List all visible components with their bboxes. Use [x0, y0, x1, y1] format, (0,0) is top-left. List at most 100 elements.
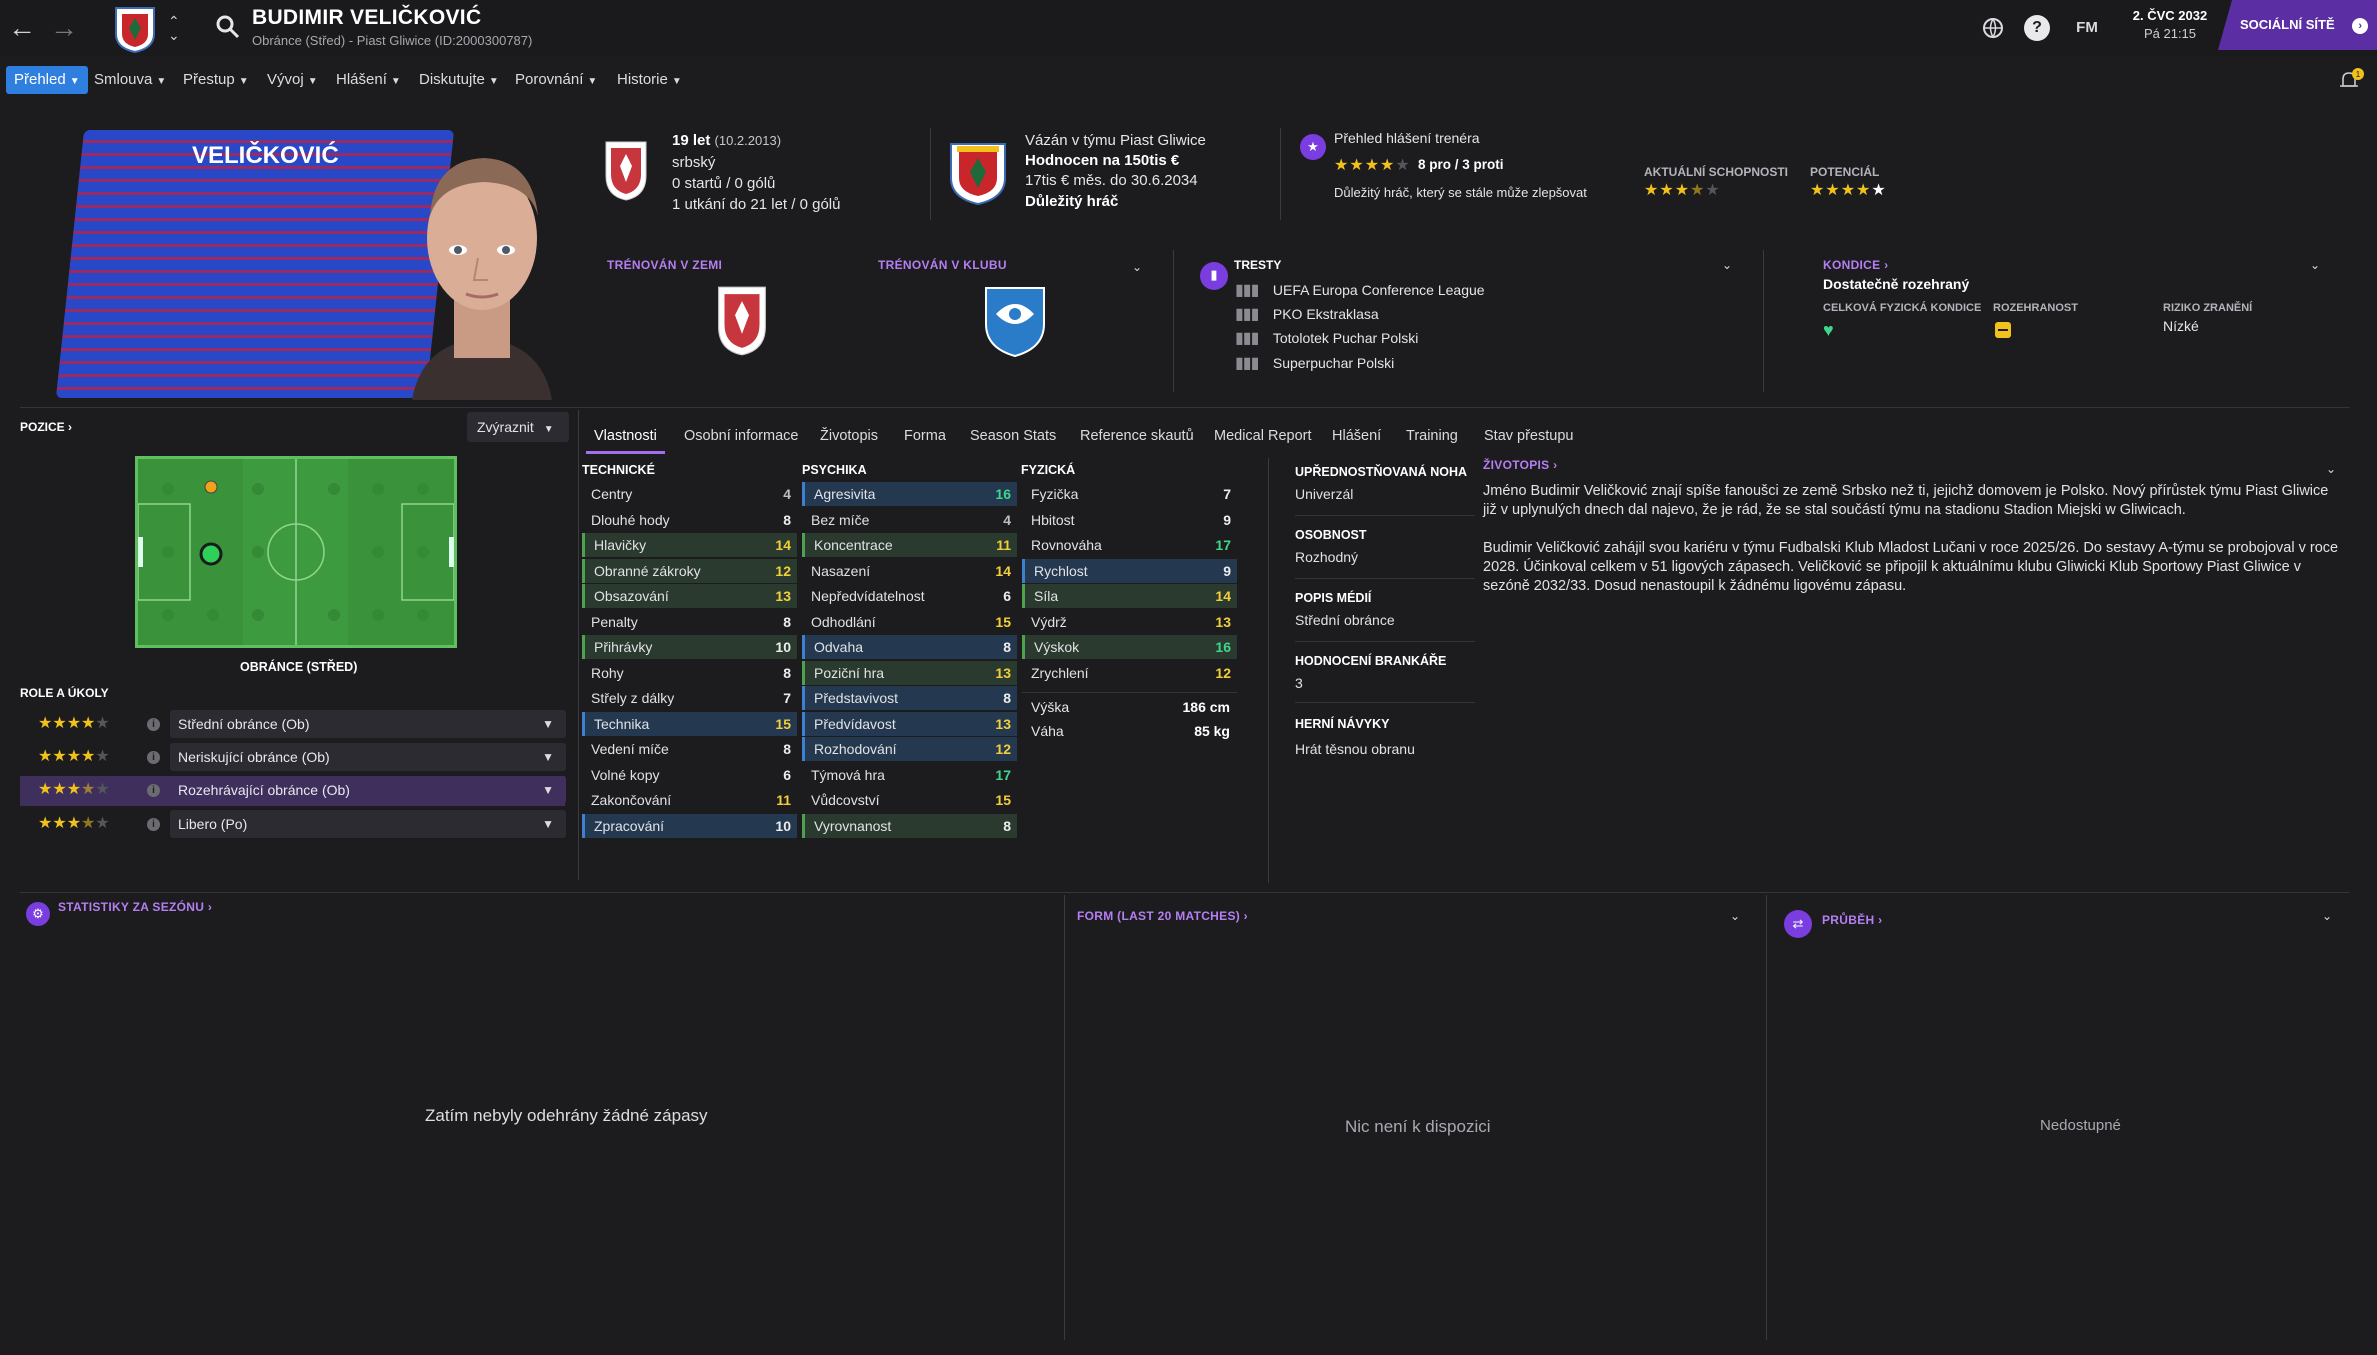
bans-collapse-icon[interactable]: ⌄: [1722, 258, 1732, 272]
info-icon[interactable]: i: [147, 718, 160, 731]
attribute-row[interactable]: Zrychlení 12: [1022, 661, 1237, 685]
attribute-row[interactable]: Centry 4: [582, 482, 797, 506]
back-arrow-icon[interactable]: ←: [4, 10, 40, 46]
tab-osobni-informace[interactable]: Osobní informace: [676, 420, 806, 454]
role-row[interactable]: ★★★★★ i Neriskující obránce (Ob) ▼: [20, 743, 566, 773]
attribute-row[interactable]: Síla 14: [1022, 584, 1237, 608]
attribute-name: Rozhodování: [814, 741, 897, 757]
attribute-row[interactable]: Technika 15: [582, 711, 797, 736]
attribute-row[interactable]: Týmová hra 17: [802, 763, 1017, 787]
attribute-row[interactable]: Rohy 8: [582, 661, 797, 685]
attribute-name: Koncentrace: [814, 537, 893, 553]
menu-porovnani[interactable]: Porovnání ▼: [507, 66, 605, 94]
attribute-row[interactable]: Volné kopy 6: [582, 763, 797, 787]
attribute-row[interactable]: Koncentrace 11: [802, 533, 1017, 557]
attribute-row[interactable]: Vedení míče 8: [582, 737, 797, 761]
attribute-row[interactable]: Agresivita 16: [802, 482, 1017, 506]
tab-zivotopis[interactable]: Životopis: [812, 420, 886, 454]
info-icon[interactable]: i: [147, 784, 160, 797]
attribute-row[interactable]: Nepředvídatelnost 6: [802, 584, 1017, 608]
menu-prestup[interactable]: Přestup ▼: [175, 66, 257, 94]
attribute-row[interactable]: Hbitost 9: [1022, 508, 1237, 532]
attribute-row[interactable]: Představivost 8: [802, 686, 1017, 710]
mental-title: PSYCHIKA: [802, 463, 867, 477]
attribute-row[interactable]: Rychlost 9: [1022, 558, 1237, 583]
ban-row: ▮▮▮ PKO Ekstraklasa: [1235, 306, 1379, 323]
attribute-row[interactable]: Vyrovnanost 8: [802, 813, 1017, 838]
game-date[interactable]: 2. ČVC 2032 Pá 21:15: [2120, 8, 2220, 41]
attribute-row[interactable]: Odhodlání 15: [802, 610, 1017, 634]
menu-prehled[interactable]: Přehled ▼: [6, 66, 88, 94]
attribute-row[interactable]: Předvídavost 13: [802, 711, 1017, 736]
nationality: srbský: [672, 154, 716, 171]
attribute-value: 13: [775, 588, 791, 604]
attribute-row[interactable]: Obsazování 13: [582, 584, 797, 608]
tab-reference-skautu[interactable]: Reference skautů: [1072, 420, 1202, 454]
biography-title[interactable]: ŽIVOTOPIS ›: [1483, 458, 1557, 472]
attribute-row[interactable]: Vůdcovství 15: [802, 788, 1017, 812]
progress-collapse-icon[interactable]: ⌄: [2322, 909, 2332, 923]
attribute-row[interactable]: Rozhodování 12: [802, 737, 1017, 761]
attribute-row[interactable]: Rovnováha 17: [1022, 533, 1237, 557]
attribute-name: Dlouhé hody: [591, 511, 670, 528]
attribute-row[interactable]: Poziční hra 13: [802, 660, 1017, 685]
attribute-name: Hbitost: [1031, 511, 1075, 528]
season-stats-title[interactable]: STATISTIKY ZA SEZÓNU ›: [58, 900, 212, 914]
notification-bell-icon[interactable]: 1: [2338, 68, 2364, 92]
coach-report-star-icon[interactable]: ★: [1300, 134, 1326, 160]
form-collapse-icon[interactable]: ⌄: [1730, 909, 1740, 923]
tab-training[interactable]: Training: [1398, 420, 1466, 454]
attribute-row[interactable]: Přihrávky 10: [582, 635, 797, 659]
role-row[interactable]: ★★★★★ i Libero (Po) ▼: [20, 810, 566, 840]
tab-medical-report[interactable]: Medical Report: [1206, 420, 1320, 454]
attribute-row[interactable]: Střely z dálky 7: [582, 686, 797, 710]
form-title[interactable]: FORM (LAST 20 MATCHES) ›: [1077, 909, 1248, 923]
menu-historie[interactable]: Historie ▼: [609, 66, 690, 94]
role-row[interactable]: ★★★★★ i Střední obránce (Ob) ▼: [20, 710, 566, 740]
social-media-button[interactable]: SOCIÁLNÍ SÍTĚ ›: [2218, 0, 2377, 50]
menu-hlaseni[interactable]: Hlášení ▼: [328, 66, 409, 94]
attribute-row[interactable]: Obranné zákroky 12: [582, 558, 797, 583]
collapse-icon[interactable]: ⌄: [1132, 260, 1142, 274]
attribute-row[interactable]: Zpracování 10: [582, 813, 797, 838]
info-icon[interactable]: i: [147, 751, 160, 764]
biography-collapse-icon[interactable]: ⌄: [2326, 462, 2336, 476]
attribute-name: Rovnováha: [1031, 537, 1102, 553]
attribute-row[interactable]: Bez míče 4: [802, 508, 1017, 532]
personality: Rozhodný: [1295, 549, 1359, 565]
continue-arrow-icon: ›: [2352, 18, 2369, 34]
info-icon[interactable]: i: [147, 818, 160, 831]
tab-season-stats[interactable]: Season Stats: [962, 420, 1064, 454]
condition-title[interactable]: KONDICE ›: [1823, 258, 1888, 272]
club-crest-icon[interactable]: [110, 4, 160, 54]
tab-stav-prestupu[interactable]: Stav přestupu: [1476, 420, 1581, 454]
tab-hlaseni[interactable]: Hlášení: [1324, 420, 1389, 454]
highlight-dropdown[interactable]: Zvýraznit ▼: [467, 412, 569, 442]
progress-title[interactable]: PRŮBĚH ›: [1822, 913, 1882, 927]
attribute-row[interactable]: Penalty 8: [582, 610, 797, 634]
attribute-row[interactable]: Zakončování 11: [582, 788, 797, 812]
attribute-row[interactable]: Odvaha 8: [802, 635, 1017, 659]
attribute-row[interactable]: Výdrž 13: [1022, 610, 1237, 634]
position-title[interactable]: POZICE ›: [20, 420, 72, 434]
attribute-row[interactable]: Nasazení 14: [802, 559, 1017, 583]
help-icon[interactable]: ?: [2024, 15, 2050, 41]
attribute-row[interactable]: Dlouhé hody 8: [582, 508, 797, 532]
tab-vlastnosti[interactable]: Vlastnosti: [586, 420, 665, 454]
forward-arrow-icon[interactable]: →: [46, 10, 82, 46]
condition-collapse-icon[interactable]: ⌄: [2310, 258, 2320, 272]
role-row-selected[interactable]: ★★★★★ i Rozehrávající obránce (Ob) ▼: [20, 776, 566, 806]
search-icon[interactable]: [215, 14, 241, 40]
attribute-row[interactable]: Hlavičky 14: [582, 533, 797, 557]
injury-label: RIZIKO ZRANĚNÍ: [2163, 302, 2253, 314]
player-switch-icon[interactable]: ⌃ ⌄: [168, 14, 180, 42]
menu-vyvoj[interactable]: Vývoj ▼: [259, 66, 326, 94]
attribute-row[interactable]: Fyzička 7: [1022, 482, 1237, 506]
menu-diskutujte[interactable]: Diskutujte ▼: [411, 66, 507, 94]
attribute-row[interactable]: Výskok 16: [1022, 635, 1237, 659]
globe-icon[interactable]: [1980, 15, 2006, 41]
fm-menu-button[interactable]: FM: [2070, 15, 2104, 41]
menu-smlouva[interactable]: Smlouva ▼: [86, 66, 174, 94]
form-empty: Nic není k dispozici: [1345, 1117, 1491, 1136]
tab-forma[interactable]: Forma: [896, 420, 954, 454]
